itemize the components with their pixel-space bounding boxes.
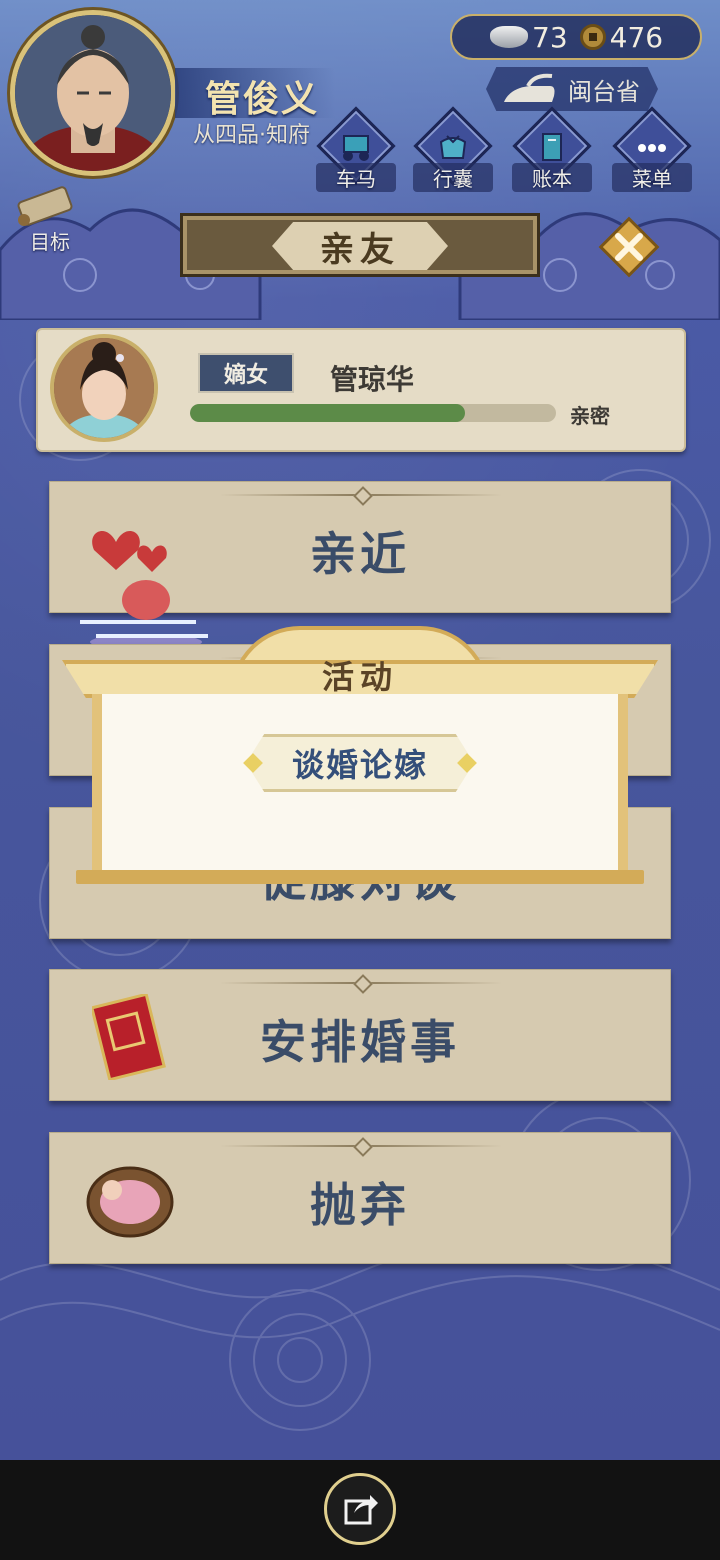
popup-base <box>76 870 644 884</box>
hearts-umbrella-icon <box>80 530 208 650</box>
bundle-button[interactable]: 行囊 <box>413 106 493 192</box>
share-icon <box>344 1495 378 1525</box>
menu-button[interactable]: 菜单 <box>612 106 692 192</box>
intimacy-bar <box>190 404 556 422</box>
popup-option-marriage-talk[interactable]: 谈婚论嫁 <box>246 734 474 792</box>
currency-bar: 73 476 <box>450 14 702 60</box>
relative-portrait[interactable] <box>50 334 158 442</box>
page-title: 亲友 <box>272 222 448 270</box>
ledger-button[interactable]: 账本 <box>512 106 592 192</box>
ledger-label: 账本 <box>512 163 592 192</box>
goal-button[interactable]: 目标 <box>10 186 90 254</box>
carriage-icon <box>343 135 369 161</box>
coin-amount: 476 <box>609 20 664 54</box>
carriage-label: 车马 <box>316 163 396 192</box>
menu-label: 菜单 <box>612 163 692 192</box>
silver-ingot-icon <box>490 26 528 48</box>
player-portrait[interactable] <box>10 10 176 176</box>
ledger-icon <box>542 133 562 161</box>
copper-coin-icon <box>579 24 606 50</box>
carriage-button[interactable]: 车马 <box>316 106 396 192</box>
bundle-label: 行囊 <box>413 163 493 192</box>
relation-tag: 嫡女 <box>198 353 294 393</box>
bundle-icon <box>439 135 467 159</box>
close-button[interactable] <box>598 216 660 278</box>
relative-name: 管琼华 <box>330 363 415 396</box>
silver-amount: 73 <box>532 20 568 54</box>
intimacy-label: 亲密 <box>570 404 610 428</box>
map-iron-icon <box>504 73 555 102</box>
scroll-icon <box>17 186 73 226</box>
province-name: 闽台省 <box>568 77 640 106</box>
player-name: 管俊义 <box>205 79 320 120</box>
popup-title: 活动 <box>321 658 398 696</box>
goal-label: 目标 <box>30 230 70 254</box>
player-rank: 从四品·知府 <box>193 123 310 148</box>
more-icon <box>638 144 666 152</box>
red-marriage-book-icon <box>92 994 166 1080</box>
baby-basket-icon <box>86 1166 174 1238</box>
intimacy-bar-fill <box>190 404 465 422</box>
share-button[interactable] <box>324 1473 396 1545</box>
